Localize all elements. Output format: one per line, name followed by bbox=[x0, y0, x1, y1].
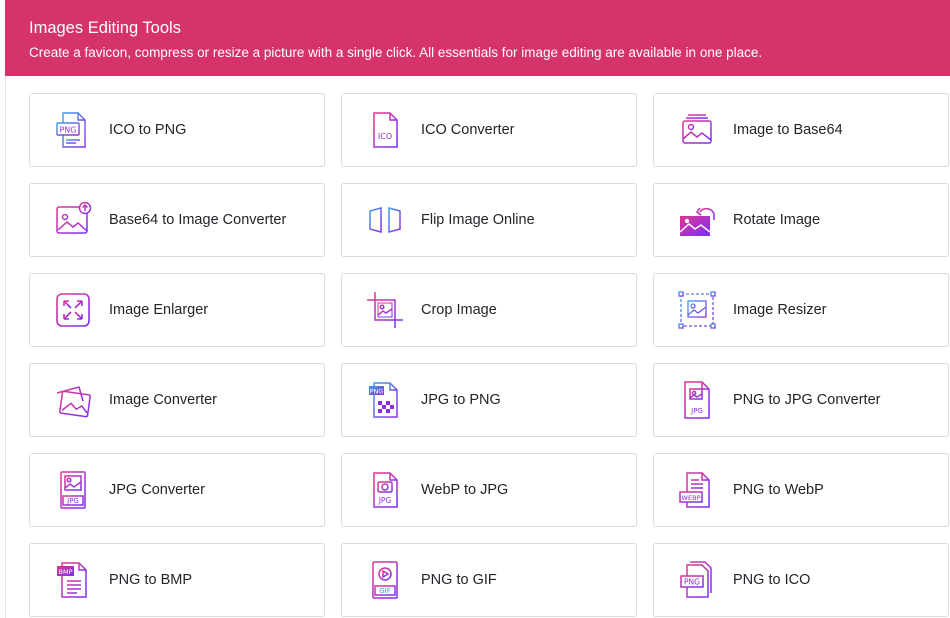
tool-card-image-converter[interactable]: Image Converter bbox=[29, 363, 325, 437]
page-title: Images Editing Tools bbox=[29, 19, 181, 37]
png-file-icon: PNG bbox=[52, 109, 94, 151]
tool-card-webp-to-jpg[interactable]: JPG WebP to JPG bbox=[341, 453, 637, 527]
tool-card-png-to-webp[interactable]: WEBP PNG to WebP bbox=[653, 453, 949, 527]
svg-text:JPG: JPG bbox=[690, 407, 703, 415]
svg-text:PNG: PNG bbox=[684, 578, 700, 587]
svg-text:BMP: BMP bbox=[59, 568, 73, 576]
page-header: Images Editing Tools Create a favicon, c… bbox=[5, 0, 950, 76]
webp-file-icon: WEBP bbox=[676, 469, 718, 511]
tool-label: PNG to ICO bbox=[733, 572, 811, 588]
tool-label: Base64 to Image Converter bbox=[109, 212, 287, 228]
tool-card-image-enlarger[interactable]: Image Enlarger bbox=[29, 273, 325, 347]
tools-grid: PNG ICO to PNG ICO ICO Converter Image t… bbox=[29, 93, 949, 617]
jpg-file-icon: JPG bbox=[676, 379, 718, 421]
tool-card-ico-converter[interactable]: ICO ICO Converter bbox=[341, 93, 637, 167]
page-subtitle: Create a favicon, compress or resize a p… bbox=[29, 45, 763, 60]
svg-text:WEBP: WEBP bbox=[682, 494, 701, 502]
crop-icon bbox=[364, 289, 406, 331]
tool-label: PNG to GIF bbox=[421, 572, 497, 588]
png-stack-icon: PNG bbox=[676, 559, 718, 601]
tool-card-png-to-ico[interactable]: PNG PNG to ICO bbox=[653, 543, 949, 617]
ico-file-icon: ICO bbox=[364, 109, 406, 151]
tool-card-flip-image-online[interactable]: Flip Image Online bbox=[341, 183, 637, 257]
tool-label: Rotate Image bbox=[733, 212, 821, 228]
photo-stack-icon bbox=[52, 379, 94, 421]
image-stack-icon bbox=[676, 109, 718, 151]
svg-text:PNG: PNG bbox=[59, 126, 76, 135]
tool-card-png-to-jpg-converter[interactable]: JPG PNG to JPG Converter bbox=[653, 363, 949, 437]
tool-card-image-to-base64[interactable]: Image to Base64 bbox=[653, 93, 949, 167]
svg-text:GIF: GIF bbox=[379, 587, 391, 595]
jpg-image-file-icon: JPG bbox=[52, 469, 94, 511]
tool-card-base64-to-image-converter[interactable]: Base64 to Image Converter bbox=[29, 183, 325, 257]
rotate-image-icon bbox=[676, 199, 718, 241]
svg-text:PNG: PNG bbox=[370, 388, 384, 396]
tool-label: PNG to JPG Converter bbox=[733, 392, 881, 408]
gif-file-icon: GIF bbox=[364, 559, 406, 601]
tool-card-png-to-bmp[interactable]: BMP PNG to BMP bbox=[29, 543, 325, 617]
tool-label: Flip Image Online bbox=[421, 212, 535, 228]
tool-label: Image Enlarger bbox=[109, 302, 209, 318]
tool-card-ico-to-png[interactable]: PNG ICO to PNG bbox=[29, 93, 325, 167]
tool-label: PNG to WebP bbox=[733, 482, 824, 498]
tool-card-rotate-image[interactable]: Rotate Image bbox=[653, 183, 949, 257]
tool-label: Image to Base64 bbox=[733, 122, 843, 138]
image-upload-icon bbox=[52, 199, 94, 241]
tool-card-crop-image[interactable]: Crop Image bbox=[341, 273, 637, 347]
tool-label: Image Resizer bbox=[733, 302, 827, 318]
tool-label: JPG to PNG bbox=[421, 392, 501, 408]
camera-jpg-file-icon: JPG bbox=[364, 469, 406, 511]
tool-label: ICO to PNG bbox=[109, 122, 187, 138]
tool-label: PNG to BMP bbox=[109, 572, 192, 588]
svg-text:JPG: JPG bbox=[378, 496, 392, 505]
svg-text:ICO: ICO bbox=[378, 132, 392, 141]
tool-card-jpg-to-png[interactable]: PNG JPG to PNG bbox=[341, 363, 637, 437]
tool-label: WebP to JPG bbox=[421, 482, 509, 498]
tool-card-png-to-gif[interactable]: GIF PNG to GIF bbox=[341, 543, 637, 617]
tool-card-jpg-converter[interactable]: JPG JPG Converter bbox=[29, 453, 325, 527]
expand-arrows-icon bbox=[52, 289, 94, 331]
flip-icon bbox=[364, 199, 406, 241]
tool-label: Crop Image bbox=[421, 302, 497, 318]
png-checker-file-icon: PNG bbox=[364, 379, 406, 421]
bmp-file-icon: BMP bbox=[52, 559, 94, 601]
svg-text:JPG: JPG bbox=[66, 497, 79, 505]
tool-label: JPG Converter bbox=[109, 482, 205, 498]
tool-label: ICO Converter bbox=[421, 122, 515, 138]
tool-label: Image Converter bbox=[109, 392, 217, 408]
resize-frame-icon bbox=[676, 289, 718, 331]
tool-card-image-resizer[interactable]: Image Resizer bbox=[653, 273, 949, 347]
